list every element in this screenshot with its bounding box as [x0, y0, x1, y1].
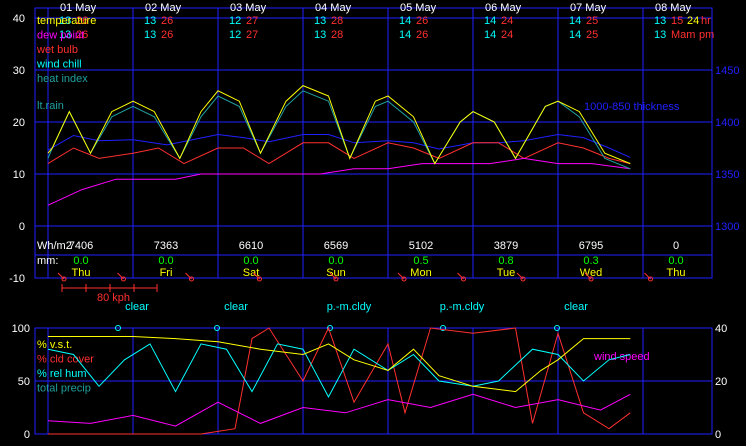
bottom-legend--v-s-t-: % v.s.t. — [37, 339, 72, 351]
min-temp-a: 14 — [399, 29, 411, 41]
min-temp-a: 12 — [229, 29, 241, 41]
max-temp-a: 14 — [399, 15, 411, 27]
legend-dew-point: dew point — [37, 30, 84, 42]
bottom-legend--cld-cover: % cld cover — [37, 354, 94, 366]
min-temp-a: 13 — [314, 29, 326, 41]
hr-value: 24 — [687, 15, 699, 27]
min-temp-a: 14 — [484, 29, 496, 41]
bottom-left-tick: 100 — [12, 323, 30, 335]
day-label: Sat — [243, 267, 260, 279]
max-temp-b: 25 — [586, 15, 598, 27]
day-label: Fri — [160, 267, 173, 279]
min-temp-a: 14 — [569, 29, 581, 41]
bottom-left-tick: 50 — [18, 376, 30, 388]
date-label: 03 May — [230, 2, 267, 14]
wh-value: 7406 — [69, 240, 93, 252]
wh-value: 0 — [673, 240, 679, 252]
min-temp-b: 24 — [501, 29, 513, 41]
wh-label: Wh/m2 — [37, 240, 72, 252]
left-axis-tick: 40 — [13, 13, 25, 25]
max-temp-b: 15 — [671, 15, 683, 27]
legend-temperature: temperature — [37, 15, 96, 27]
left-axis-tick: 30 — [13, 65, 25, 77]
wh-value: 6795 — [579, 240, 603, 252]
sky-label: p.-m.cldy — [327, 301, 372, 313]
mm-value: 0.0 — [328, 255, 343, 267]
left-axis-tick: 20 — [13, 117, 25, 129]
max-temp-a: 14 — [484, 15, 496, 27]
bottom-legend--rel-hum: % rel hum — [37, 368, 87, 380]
day-label: Thu — [72, 267, 91, 279]
wh-value: 3879 — [494, 240, 518, 252]
mm-label: mm: — [37, 255, 58, 267]
min-temp-a: 13 — [144, 29, 156, 41]
bottom-right-tick: 0 — [715, 429, 721, 441]
min-temp-b: 25 — [586, 29, 598, 41]
legend-wind-chill: wind chill — [36, 59, 82, 71]
left-axis-tick: -10 — [9, 273, 25, 285]
left-axis-tick: 0 — [19, 221, 25, 233]
min-temp-b: 28 — [331, 29, 343, 41]
mm-value: 0.5 — [413, 255, 428, 267]
max-temp-b: 26 — [416, 15, 428, 27]
forecast-chart: 403020100-10145014001350130001 May 02 May… — [0, 0, 746, 446]
right-axis-tick: 1300 — [715, 221, 739, 233]
legend-wet-bulb: wet bulb — [36, 44, 78, 56]
sky-label: clear — [125, 301, 149, 313]
date-label: 04 May — [315, 2, 352, 14]
day-label: Tue — [497, 267, 516, 279]
date-label: 01 May — [60, 2, 97, 14]
date-label: 02 May — [145, 2, 182, 14]
min-temp-b: Mam — [671, 29, 695, 41]
max-temp-a: 13 — [314, 15, 326, 27]
min-temp-b: 26 — [416, 29, 428, 41]
max-temp-b: 27 — [246, 15, 258, 27]
wh-value: 6610 — [239, 240, 263, 252]
sky-label: p.-m.cldy — [440, 301, 485, 313]
date-label: 08 May — [655, 2, 692, 14]
wh-value: 7363 — [154, 240, 178, 252]
max-temp-a: 14 — [569, 15, 581, 27]
wh-value: 6569 — [324, 240, 348, 252]
max-temp-b: 28 — [331, 15, 343, 27]
mm-value: 0.3 — [583, 255, 598, 267]
left-axis-tick: 10 — [13, 169, 25, 181]
bottom-right-tick: 20 — [715, 376, 727, 388]
wh-value: 5102 — [409, 240, 433, 252]
legend-heat-index: heat index — [37, 73, 88, 85]
day-label: Mon — [410, 267, 431, 279]
right-axis-tick: 1350 — [715, 169, 739, 181]
mm-value: 0.8 — [498, 255, 513, 267]
max-temp-b: 24 — [501, 15, 513, 27]
max-temp-a: 13 — [654, 15, 666, 27]
bottom-left-tick: 0 — [24, 429, 30, 441]
mm-value: 0.0 — [243, 255, 258, 267]
max-temp-b: 26 — [161, 15, 173, 27]
mm-value: 0.0 — [158, 255, 173, 267]
right-axis-tick: 1400 — [715, 117, 739, 129]
hr-label: hr — [701, 15, 711, 27]
mm-value: 0.0 — [668, 255, 683, 267]
thickness-label: 1000-850 thickness — [584, 101, 680, 113]
min-temp-b: 27 — [246, 29, 258, 41]
max-temp-a: 13 — [144, 15, 156, 27]
pm-label: pm — [699, 29, 714, 41]
date-label: 07 May — [570, 2, 607, 14]
right-axis-tick: 1450 — [715, 65, 739, 77]
min-temp-a: 13 — [654, 29, 666, 41]
sky-label: clear — [564, 301, 588, 313]
max-temp-a: 12 — [229, 15, 241, 27]
mm-value: 0.0 — [73, 255, 88, 267]
bottom-right-tick: 40 — [715, 323, 727, 335]
sky-label: clear — [224, 301, 248, 313]
date-label: 06 May — [485, 2, 522, 14]
bottom-legend-total-precip: total precip — [37, 383, 91, 395]
background — [0, 0, 746, 446]
day-label: Thu — [667, 267, 686, 279]
date-label: 05 May — [400, 2, 437, 14]
min-temp-b: 26 — [161, 29, 173, 41]
rain-label: lt.rain — [37, 100, 64, 112]
